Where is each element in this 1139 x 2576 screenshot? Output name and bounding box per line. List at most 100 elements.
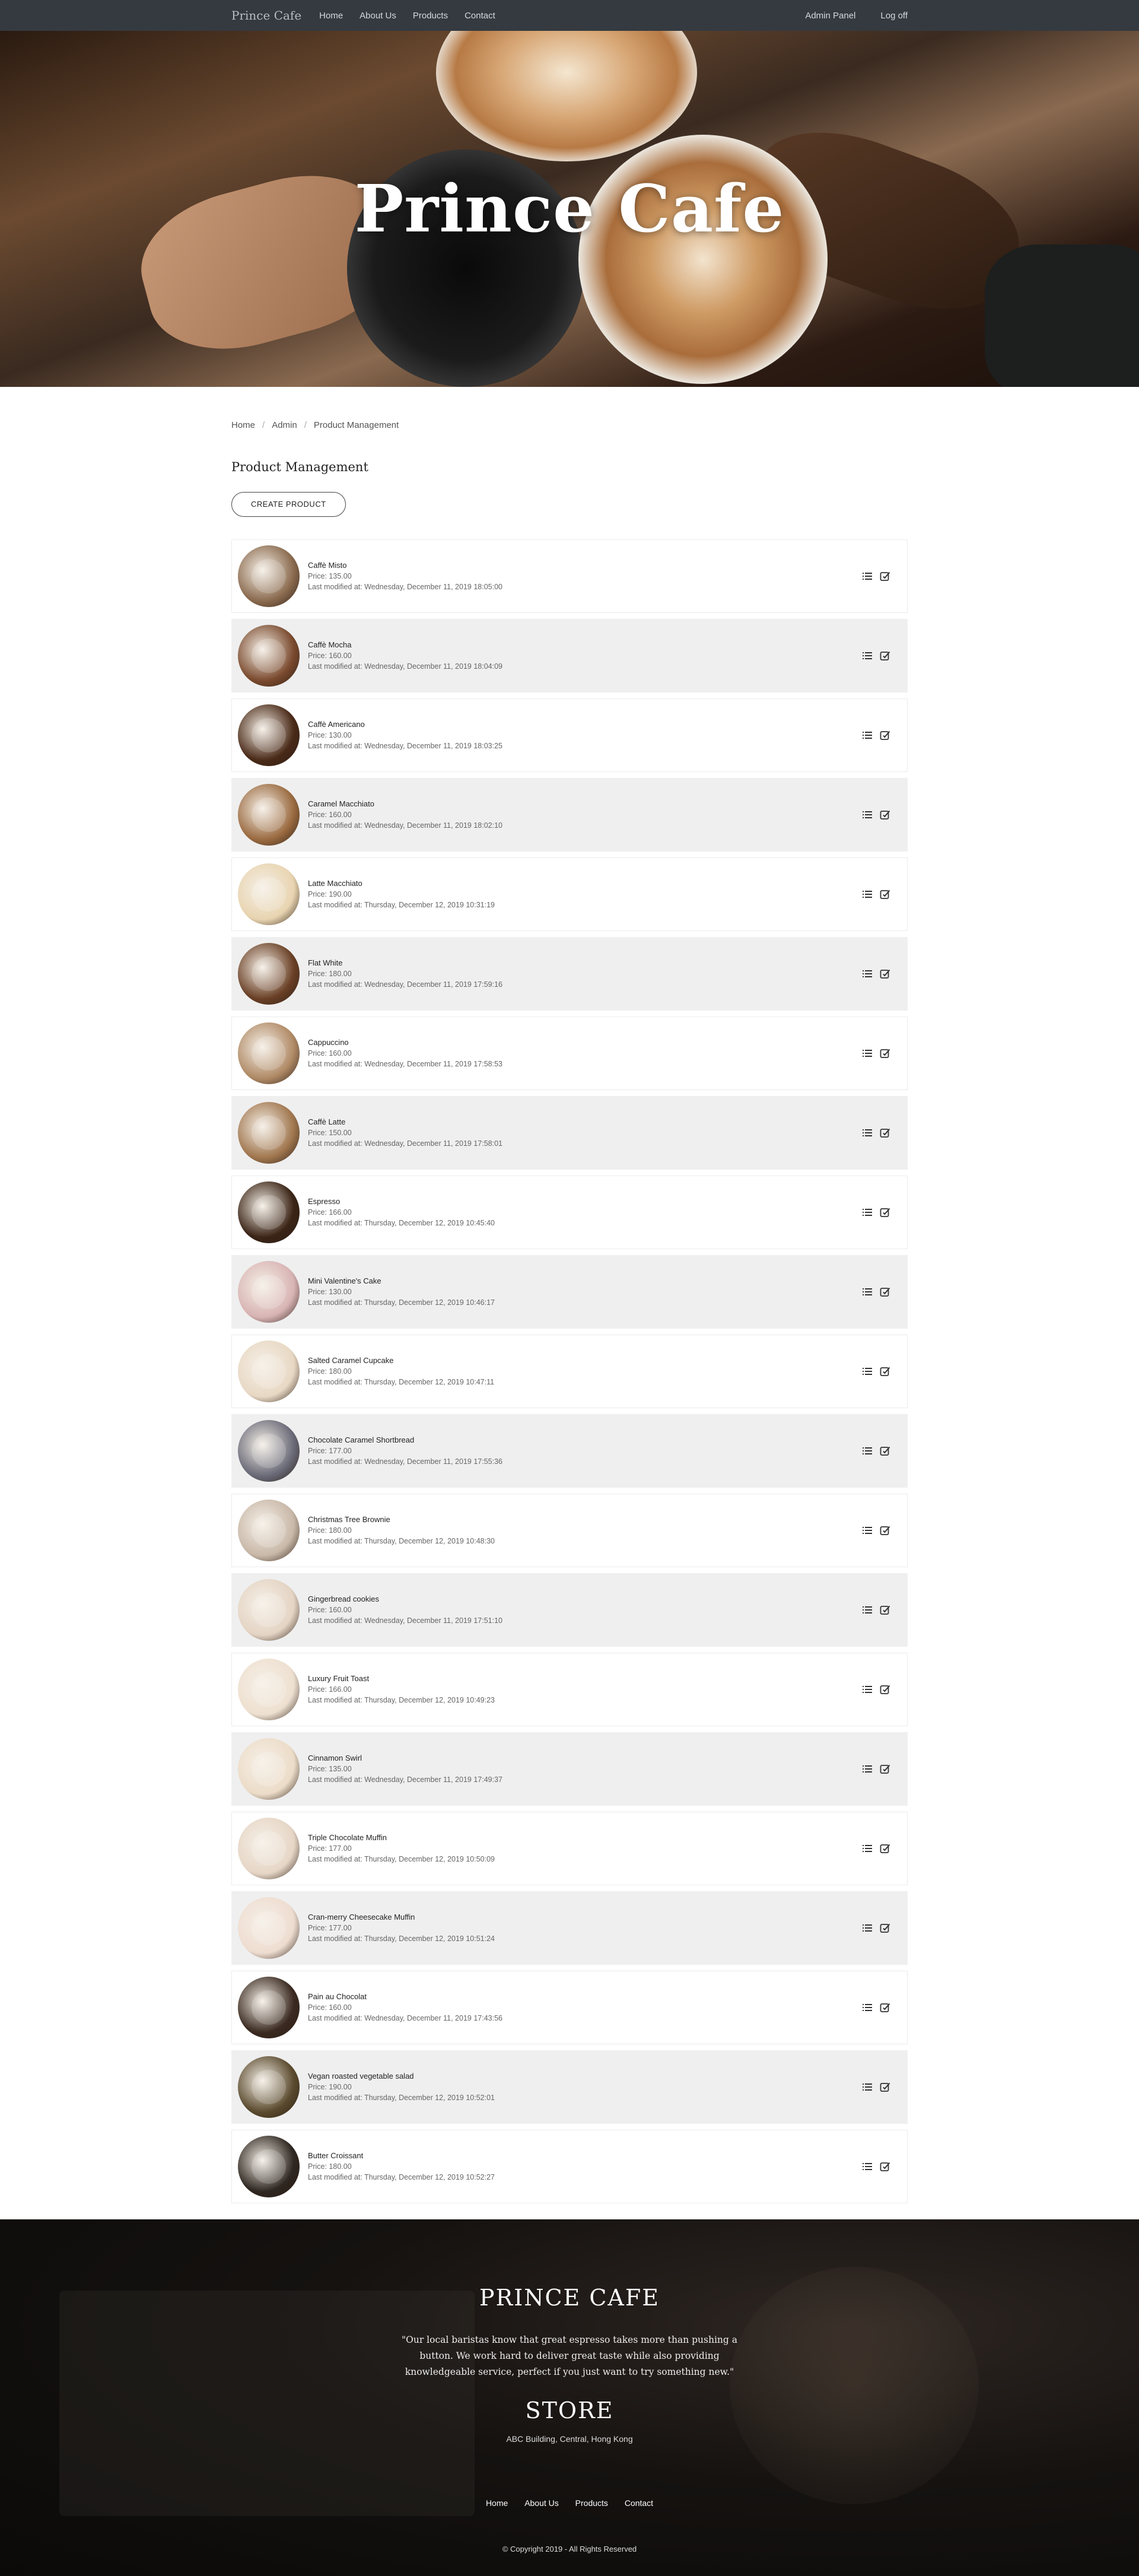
product-row: Vegan roasted vegetable salad Price: 190.… bbox=[231, 2050, 908, 2124]
product-name: Salted Caramel Cupcake bbox=[308, 1356, 394, 1365]
details-list-icon[interactable] bbox=[862, 1605, 873, 1615]
product-modified: Last modified at: Wednesday, December 11… bbox=[308, 1775, 502, 1784]
product-row: Luxury Fruit Toast Price: 166.00 Last modi… bbox=[231, 1653, 908, 1726]
footer-copyright: © Copyright 2019 - All Rights Reserved bbox=[502, 2545, 637, 2553]
edit-check-icon[interactable] bbox=[880, 1446, 890, 1456]
details-list-icon[interactable] bbox=[862, 1684, 873, 1695]
product-name: Christmas Tree Brownie bbox=[308, 1515, 390, 1524]
product-modified: Last modified at: Thursday, December 12,… bbox=[308, 2173, 495, 2181]
details-list-icon[interactable] bbox=[862, 968, 873, 979]
hero-title: Prince Cafe bbox=[354, 170, 785, 247]
product-modified: Last modified at: Thursday, December 12,… bbox=[308, 1219, 495, 1227]
product-image bbox=[238, 1102, 300, 1164]
product-info: Gingerbread cookies Price: 160.00 Last mod… bbox=[308, 1594, 502, 1626]
breadcrumb-admin[interactable]: Admin bbox=[272, 420, 297, 430]
nav-about-us[interactable]: About Us bbox=[359, 11, 396, 21]
product-image bbox=[238, 863, 300, 925]
product-actions bbox=[855, 571, 890, 582]
nav-admin-panel[interactable]: Admin Panel bbox=[805, 11, 855, 21]
product-modified: Last modified at: Wednesday, December 11… bbox=[308, 980, 502, 989]
product-modified: Last modified at: Thursday, December 12,… bbox=[308, 2094, 495, 2102]
edit-check-icon[interactable] bbox=[880, 1048, 890, 1059]
details-list-icon[interactable] bbox=[862, 1843, 873, 1854]
edit-check-icon[interactable] bbox=[880, 1366, 890, 1377]
nav-home[interactable]: Home bbox=[319, 11, 343, 21]
footer-link-home[interactable]: Home bbox=[486, 2498, 508, 2508]
details-list-icon[interactable] bbox=[862, 1048, 873, 1059]
details-list-icon[interactable] bbox=[862, 1207, 873, 1218]
edit-check-icon[interactable] bbox=[880, 1127, 890, 1138]
product-row: Caffè Mocha Price: 160.00 Last modified at… bbox=[231, 619, 908, 693]
footer-link-about-us[interactable]: About Us bbox=[524, 2498, 559, 2508]
footer-link-products[interactable]: Products bbox=[575, 2498, 608, 2508]
edit-check-icon[interactable] bbox=[880, 1207, 890, 1218]
product-modified: Last modified at: Wednesday, December 11… bbox=[308, 662, 502, 671]
edit-check-icon[interactable] bbox=[880, 1843, 890, 1854]
product-image bbox=[238, 1818, 300, 1879]
details-list-icon[interactable] bbox=[862, 1764, 873, 1774]
footer-link-contact[interactable]: Contact bbox=[625, 2498, 653, 2508]
brand-link[interactable]: Prince Cafe bbox=[231, 8, 301, 23]
details-list-icon[interactable] bbox=[862, 889, 873, 900]
product-image bbox=[238, 1261, 300, 1323]
product-name: Mini Valentine's Cake bbox=[308, 1276, 381, 1285]
details-list-icon[interactable] bbox=[862, 650, 873, 661]
details-list-icon[interactable] bbox=[862, 571, 873, 582]
edit-check-icon[interactable] bbox=[880, 968, 890, 979]
product-info: Caffè Mocha Price: 160.00 Last modified at… bbox=[308, 640, 502, 672]
edit-check-icon[interactable] bbox=[880, 730, 890, 741]
product-modified: Last modified at: Wednesday, December 11… bbox=[308, 583, 502, 591]
details-list-icon[interactable] bbox=[862, 2002, 873, 2013]
product-info: Triple Chocolate Muffin Price: 177.00 Last… bbox=[308, 1832, 495, 1864]
product-modified: Last modified at: Thursday, December 12,… bbox=[308, 1855, 495, 1863]
edit-check-icon[interactable] bbox=[880, 2161, 890, 2172]
product-image bbox=[238, 784, 300, 846]
product-info: Luxury Fruit Toast Price: 166.00 Last modi… bbox=[308, 1673, 495, 1705]
product-info: Espresso Price: 166.00 Last modified at: T… bbox=[308, 1196, 495, 1228]
product-name: Vegan roasted vegetable salad bbox=[308, 2072, 414, 2081]
product-image bbox=[238, 1977, 300, 2038]
nav-products[interactable]: Products bbox=[413, 11, 448, 21]
product-image bbox=[238, 1659, 300, 1720]
nav-contact[interactable]: Contact bbox=[464, 11, 495, 21]
details-list-icon[interactable] bbox=[862, 730, 873, 741]
edit-check-icon[interactable] bbox=[880, 1764, 890, 1774]
details-list-icon[interactable] bbox=[862, 1446, 873, 1456]
details-list-icon[interactable] bbox=[862, 1287, 873, 1297]
edit-check-icon[interactable] bbox=[880, 889, 890, 900]
details-list-icon[interactable] bbox=[862, 809, 873, 820]
edit-check-icon[interactable] bbox=[880, 1923, 890, 1933]
product-price: Price: 160.00 bbox=[308, 1606, 352, 1614]
breadcrumb-home[interactable]: Home bbox=[231, 420, 255, 430]
product-price: Price: 180.00 bbox=[308, 1367, 352, 1376]
product-modified: Last modified at: Wednesday, December 11… bbox=[308, 1616, 502, 1625]
navbar: Prince Cafe Home About Us Products Conta… bbox=[0, 0, 1139, 31]
details-list-icon[interactable] bbox=[862, 1525, 873, 1536]
edit-check-icon[interactable] bbox=[880, 2082, 890, 2092]
product-name: Caramel Macchiato bbox=[308, 799, 374, 808]
edit-check-icon[interactable] bbox=[880, 1287, 890, 1297]
product-name: Pain au Chocolat bbox=[308, 1992, 367, 2001]
edit-check-icon[interactable] bbox=[880, 809, 890, 820]
create-product-button[interactable]: CREATE PRODUCT bbox=[231, 492, 346, 517]
nav-log-off[interactable]: Log off bbox=[880, 11, 908, 21]
product-info: Caramel Macchiato Price: 160.00 Last modif… bbox=[308, 799, 502, 831]
edit-check-icon[interactable] bbox=[880, 2002, 890, 2013]
edit-check-icon[interactable] bbox=[880, 1605, 890, 1615]
product-row: Cinnamon Swirl Price: 135.00 Last modified… bbox=[231, 1732, 908, 1806]
edit-check-icon[interactable] bbox=[880, 1525, 890, 1536]
details-list-icon[interactable] bbox=[862, 1366, 873, 1377]
edit-check-icon[interactable] bbox=[880, 650, 890, 661]
details-list-icon[interactable] bbox=[862, 1127, 873, 1138]
edit-check-icon[interactable] bbox=[880, 1684, 890, 1695]
product-price: Price: 150.00 bbox=[308, 1129, 352, 1137]
breadcrumb: Home / Admin / Product Management bbox=[231, 420, 908, 430]
details-list-icon[interactable] bbox=[862, 2161, 873, 2172]
product-price: Price: 166.00 bbox=[308, 1208, 352, 1216]
edit-check-icon[interactable] bbox=[880, 571, 890, 582]
details-list-icon[interactable] bbox=[862, 2082, 873, 2092]
product-actions bbox=[855, 2161, 890, 2172]
details-list-icon[interactable] bbox=[862, 1923, 873, 1933]
product-row: Flat White Price: 180.00 Last modified at:… bbox=[231, 937, 908, 1011]
breadcrumb-separator: / bbox=[262, 420, 265, 430]
